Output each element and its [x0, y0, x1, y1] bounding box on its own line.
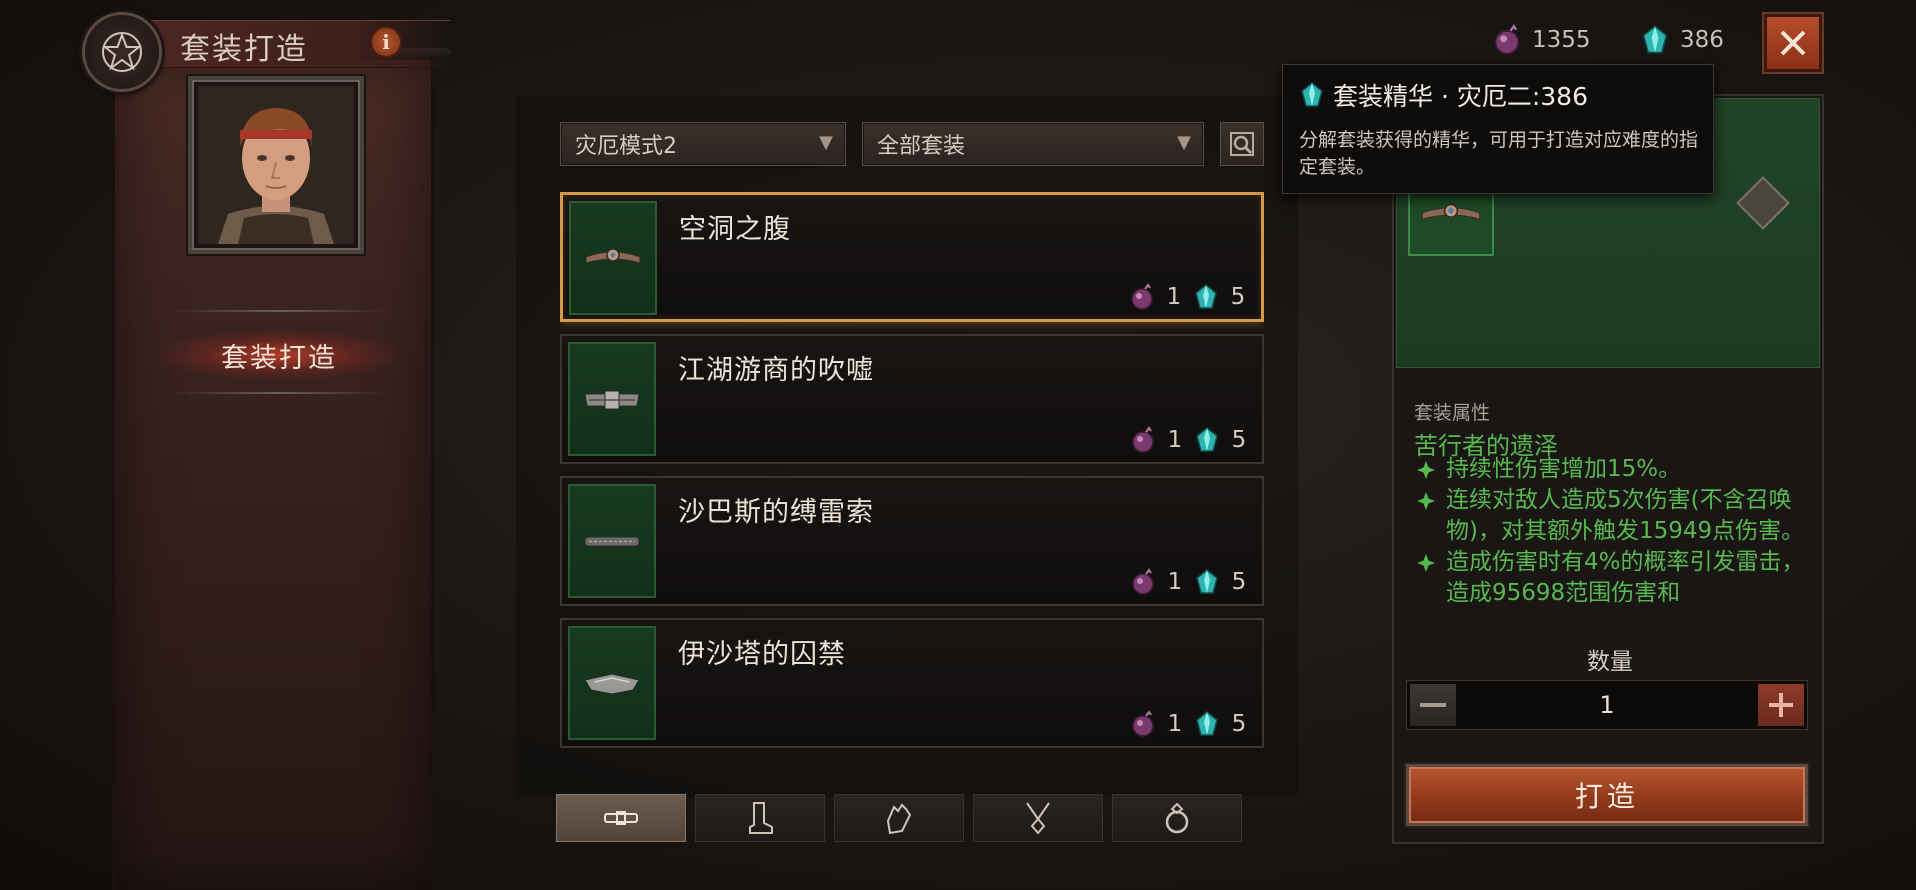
set-item-list: 空洞之腹 1 5 江湖游商的吹嘘 1 5 沙巴斯的缚雷索 1 5 伊沙塔的囚禁 … — [560, 192, 1264, 766]
search-icon — [1230, 132, 1254, 156]
cost-crystal-value: 5 — [1231, 711, 1247, 737]
purple-essence-icon — [1132, 426, 1154, 453]
cost-purple-value: 1 — [1167, 427, 1183, 453]
ring-icon — [1165, 802, 1189, 834]
green-star-bullet-icon — [1417, 554, 1435, 572]
item-cost: 1 5 — [1130, 568, 1250, 596]
attribute-item: 持续性伤害增加15%。 — [1414, 454, 1814, 485]
tooltip-title-text: 套装精华 · 灾厄二:386 — [1333, 82, 1588, 111]
purple-essence-icon — [1131, 283, 1153, 310]
quantity-stepper[interactable]: 1 — [1406, 680, 1808, 730]
tab-amulet[interactable] — [973, 794, 1103, 842]
page-title: 套装打造 — [180, 32, 308, 67]
item-name: 空洞之腹 — [679, 214, 791, 245]
essence-tooltip: 套装精华 · 灾厄二:386 分解套装获得的精华，可用于打造对应难度的指定套装。 — [1282, 64, 1714, 194]
plus-icon — [1769, 693, 1793, 717]
belt-icon — [569, 201, 657, 315]
info-button[interactable]: i — [370, 26, 402, 58]
attribute-item: 造成伤害时有4%的概率引发雷击，造成95698范围伤害和 — [1414, 547, 1814, 609]
item-cost: 1 5 — [1130, 710, 1250, 738]
essence-crystal-value: 386 — [1680, 27, 1724, 53]
item-name: 沙巴斯的缚雷索 — [678, 497, 874, 528]
difficulty-dropdown-value: 灾厄模式2 — [575, 134, 677, 159]
belt-icon — [568, 484, 656, 598]
purple-essence-icon — [1132, 710, 1154, 737]
boots-icon — [749, 802, 773, 834]
green-star-bullet-icon — [1417, 492, 1435, 510]
cyan-crystal-icon — [1301, 82, 1323, 107]
tab-belt[interactable] — [556, 794, 686, 842]
attribute-text: 造成伤害时有4%的概率引发雷击，造成95698范围伤害和 — [1446, 549, 1805, 606]
tab-ring[interactable] — [1112, 794, 1242, 842]
gloves-icon — [886, 803, 912, 835]
cost-crystal-value: 5 — [1231, 569, 1247, 595]
essence-counter-purple[interactable]: 1355 — [1492, 24, 1591, 56]
cost-crystal-value: 5 — [1231, 427, 1247, 453]
cyan-crystal-icon — [1196, 427, 1218, 452]
tab-set-crafting[interactable]: 套装打造 — [160, 330, 398, 380]
list-item[interactable]: 沙巴斯的缚雷索 1 5 — [560, 476, 1264, 606]
item-name: 伊沙塔的囚禁 — [678, 639, 846, 670]
cost-crystal-value: 5 — [1230, 284, 1246, 310]
tab-boots[interactable] — [695, 794, 825, 842]
belt-icon — [568, 626, 656, 740]
craft-button[interactable]: 打造 — [1406, 764, 1808, 826]
belt-icon — [604, 811, 638, 825]
attribute-text: 持续性伤害增加15%。 — [1446, 456, 1682, 482]
cyan-crystal-icon — [1196, 569, 1218, 594]
minus-icon — [1420, 703, 1446, 707]
green-star-bullet-icon — [1417, 461, 1435, 479]
attribute-text: 连续对敌人造成5次伤害(不含召唤物)，对其额外触发15949点伤害。 — [1446, 487, 1805, 544]
difficulty-dropdown[interactable]: 灾厄模式2 ▼ — [560, 122, 846, 166]
attribute-list[interactable]: 持续性伤害增加15%。 连续对敌人造成5次伤害(不含召唤物)，对其额外触发159… — [1414, 454, 1814, 636]
list-item[interactable]: 空洞之腹 1 5 — [560, 192, 1264, 322]
slot-tabs — [556, 794, 1270, 844]
set-filter-dropdown[interactable]: 全部套装 ▼ — [862, 122, 1204, 166]
item-cost: 1 5 — [1129, 283, 1249, 311]
cost-purple-value: 1 — [1166, 284, 1182, 310]
attribute-item: 连续对敌人造成5次伤害(不含召唤物)，对其额外触发15949点伤害。 — [1414, 485, 1814, 547]
nav-divider-top — [170, 310, 388, 312]
purple-essence-icon — [1132, 568, 1154, 595]
avatar — [198, 86, 354, 244]
item-cost: 1 5 — [1130, 426, 1250, 454]
purple-essence-icon — [1494, 24, 1520, 55]
chevron-down-icon: ▼ — [819, 132, 833, 153]
pentagram-emblem-icon — [82, 12, 162, 92]
chevron-down-icon: ▼ — [1177, 132, 1191, 153]
cost-purple-value: 1 — [1167, 711, 1183, 737]
amulet-icon — [1026, 802, 1050, 835]
tab-gloves[interactable] — [834, 794, 964, 842]
quantity-plus-button[interactable] — [1758, 684, 1804, 726]
quantity-value: 1 — [1599, 691, 1615, 719]
set-filter-dropdown-value: 全部套装 — [877, 134, 966, 159]
list-item[interactable]: 伊沙塔的囚禁 1 5 — [560, 618, 1264, 748]
close-icon — [1780, 30, 1806, 56]
nav-divider-bottom — [170, 392, 388, 394]
quantity-minus-button[interactable] — [1410, 684, 1456, 726]
cost-purple-value: 1 — [1167, 569, 1183, 595]
tooltip-description: 分解套装获得的精华，可用于打造对应难度的指定套装。 — [1299, 129, 1699, 178]
search-button[interactable] — [1220, 122, 1264, 166]
list-item[interactable]: 江湖游商的吹嘘 1 5 — [560, 334, 1264, 464]
quantity-label: 数量 — [1587, 649, 1633, 675]
cyan-crystal-icon — [1195, 284, 1217, 309]
close-button[interactable] — [1764, 14, 1822, 72]
belt-icon — [568, 342, 656, 456]
attributes-header: 套装属性 — [1414, 402, 1491, 424]
essence-purple-value: 1355 — [1532, 27, 1591, 53]
item-name: 江湖游商的吹嘘 — [678, 355, 874, 386]
cyan-crystal-icon — [1642, 25, 1668, 54]
cyan-crystal-icon — [1196, 711, 1218, 736]
tooltip-title: 套装精华 · 灾厄二:386 — [1299, 77, 1588, 113]
essence-counter-crystal[interactable]: 386 — [1640, 24, 1724, 56]
